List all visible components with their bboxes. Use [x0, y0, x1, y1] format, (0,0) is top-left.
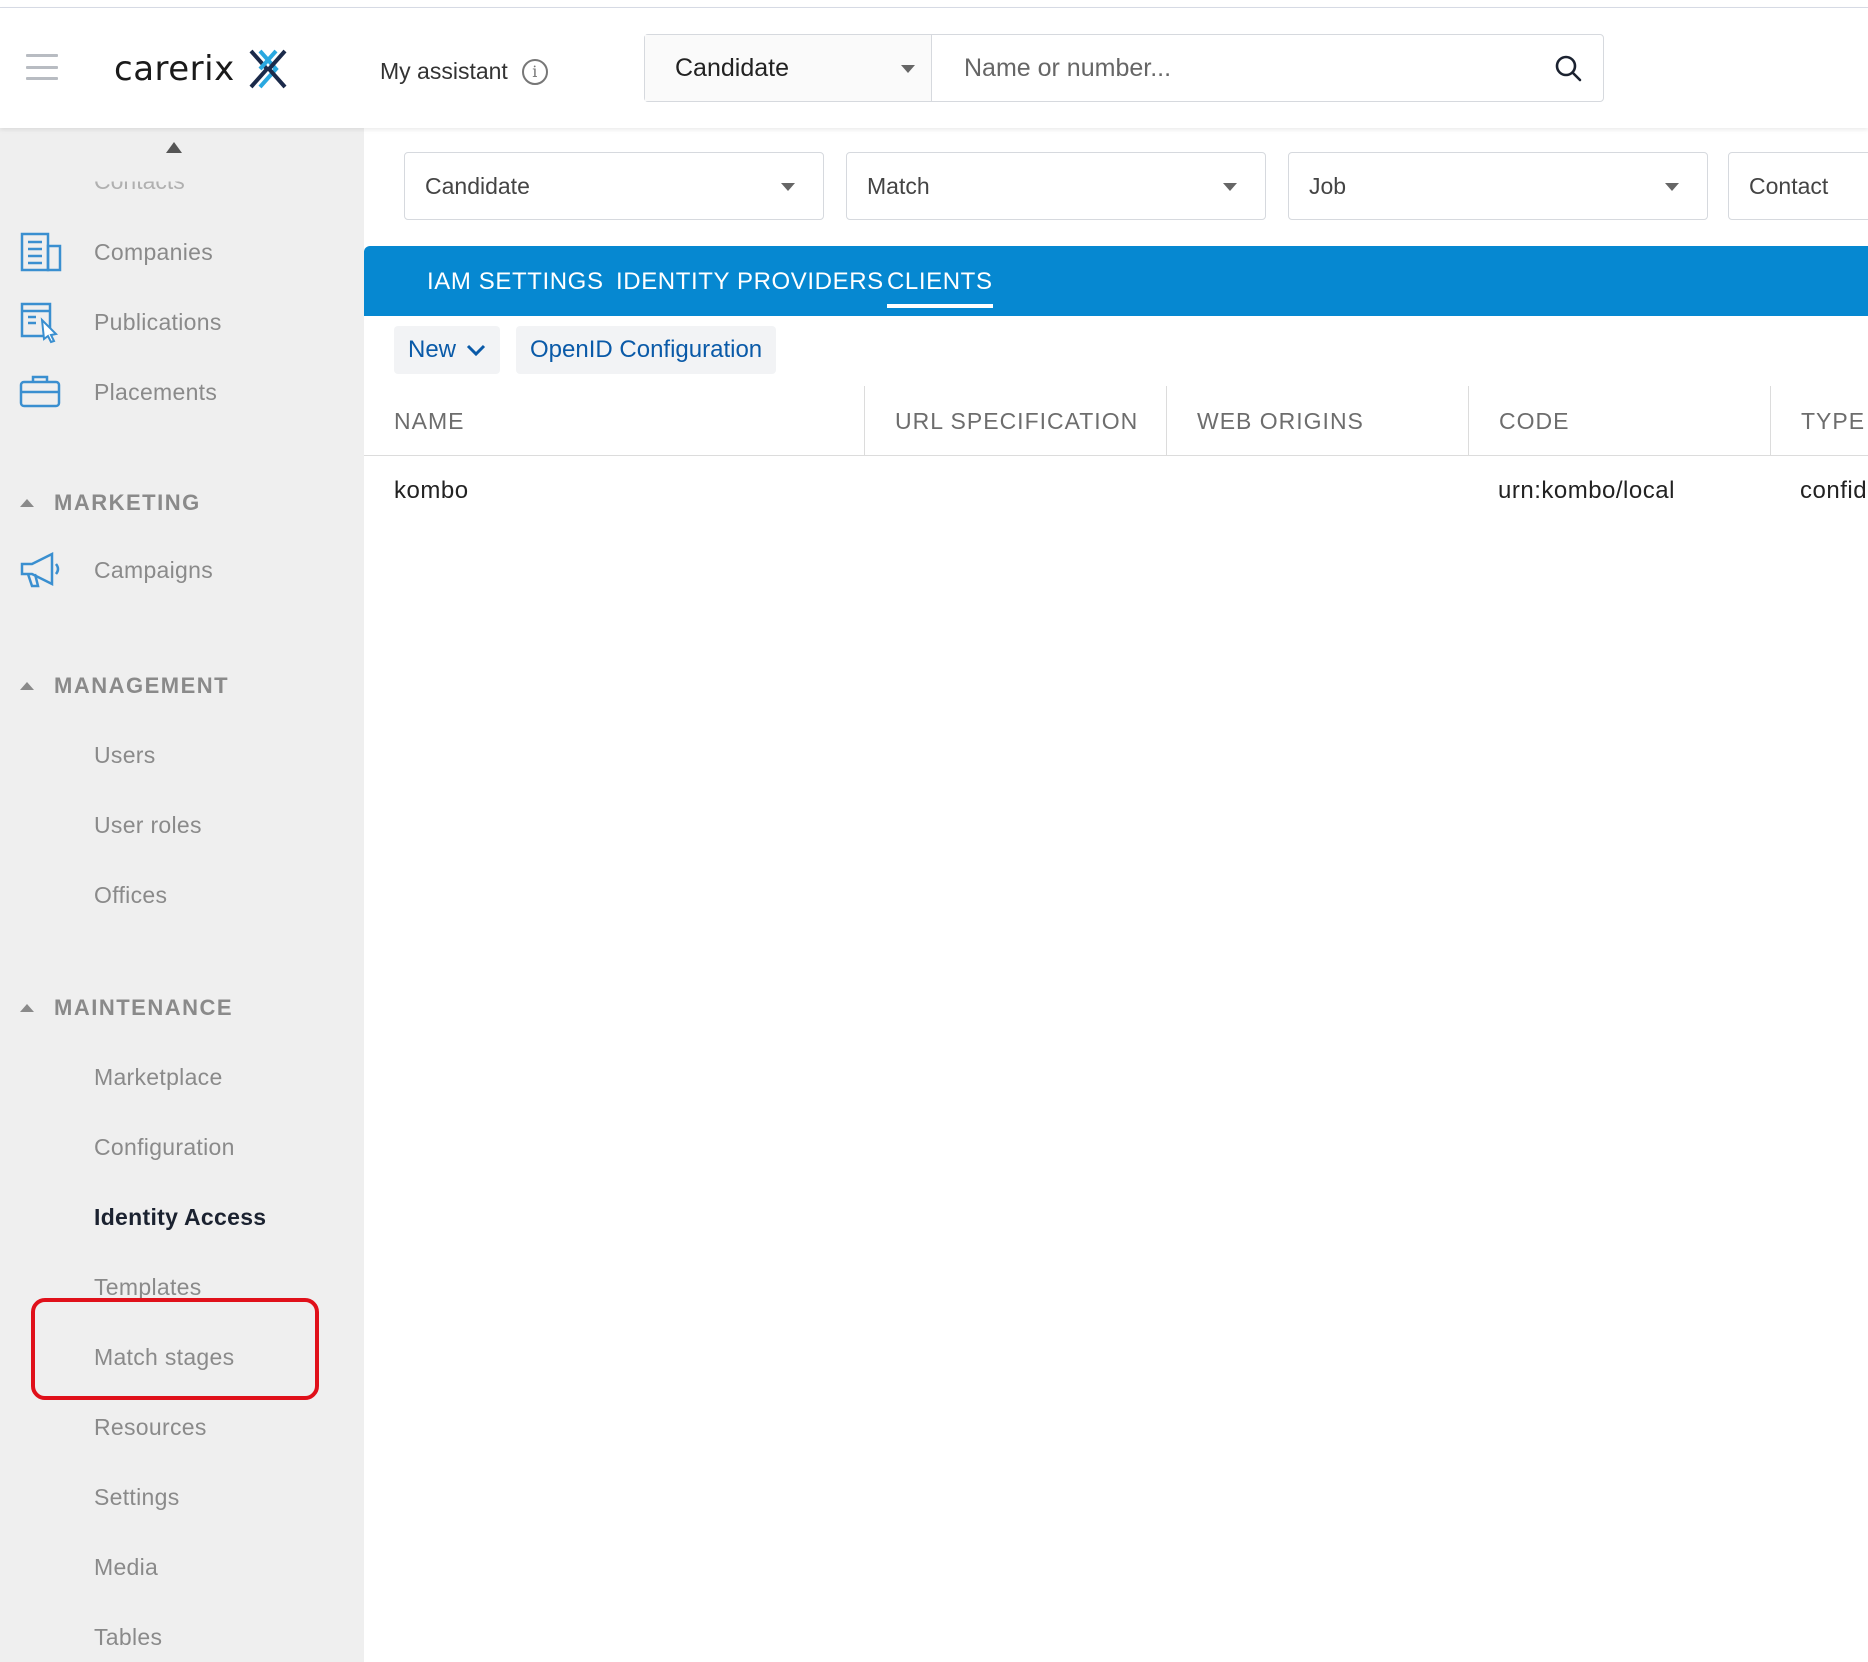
sidebar-item-templates[interactable]: Templates	[0, 1259, 364, 1315]
sidebar-item-configuration[interactable]: Configuration	[0, 1119, 364, 1175]
companies-icon	[20, 232, 62, 272]
search-input[interactable]	[932, 35, 1533, 101]
search-type-select[interactable]: Candidate	[645, 35, 932, 101]
sidebar-item-label: Offices	[94, 881, 168, 908]
top-border	[0, 0, 1868, 8]
column-header-web-origins[interactable]: WEB ORIGINS	[1166, 386, 1468, 456]
collapse-icon	[20, 682, 34, 690]
filter-job[interactable]: Job	[1288, 152, 1708, 220]
section-title: MANAGEMENT	[54, 673, 230, 698]
sidebar-item-label: Users	[94, 741, 156, 768]
sidebar-item-label: Tables	[94, 1623, 163, 1650]
sidebar-item-label: Placements	[94, 378, 218, 405]
section-marketing[interactable]: MARKETING	[20, 483, 201, 523]
chevron-down-icon	[466, 344, 486, 357]
placements-icon	[19, 375, 61, 408]
caret-down-icon	[1223, 183, 1237, 191]
entity-filters: Candidate Match Job Contact	[364, 128, 1868, 246]
collapse-icon	[20, 499, 34, 507]
filter-label: Match	[867, 172, 930, 199]
sidebar-item-label: Publications	[94, 308, 222, 335]
openid-configuration-button[interactable]: OpenID Configuration	[516, 326, 777, 374]
table-row[interactable]: kombo urn:kombo/local confidential	[364, 456, 1868, 526]
sidebar-item-identity-access[interactable]: Identity Access	[0, 1189, 364, 1245]
sidebar: Contacts Companies Publications Placemen…	[0, 128, 364, 1662]
tab-bar: IAM SETTINGS IDENTITY PROVIDERS CLIENTS	[364, 246, 1868, 316]
sidebar-item-label: Configuration	[94, 1133, 235, 1160]
sidebar-item-label: Media	[94, 1553, 159, 1580]
app-header: carerix My assistant i Candidate	[0, 8, 1868, 128]
my-assistant-button[interactable]: My assistant i	[380, 58, 548, 85]
publications-icon	[20, 302, 59, 344]
logo-text: carerix	[114, 49, 235, 89]
sidebar-item-companies[interactable]: Companies	[0, 224, 364, 280]
sidebar-item-user-roles[interactable]: User roles	[0, 797, 364, 853]
megaphone-icon	[20, 551, 60, 588]
logo-x-icon	[249, 49, 287, 89]
openid-button-label: OpenID Configuration	[530, 336, 763, 363]
sidebar-item-label: Identity Access	[94, 1203, 267, 1230]
tab-iam-settings[interactable]: IAM SETTINGS	[427, 268, 604, 308]
sidebar-item-contacts-partial[interactable]: Contacts	[94, 182, 185, 196]
carerix-logo[interactable]: carerix	[114, 43, 289, 95]
filter-label: Contact	[1749, 172, 1829, 199]
sidebar-item-tables[interactable]: Tables	[0, 1609, 364, 1662]
sidebar-item-marketplace[interactable]: Marketplace	[0, 1049, 364, 1105]
new-button[interactable]: New	[394, 326, 501, 374]
section-maintenance[interactable]: MAINTENANCE	[20, 988, 233, 1028]
global-search: Candidate	[644, 34, 1604, 102]
filter-label: Candidate	[425, 172, 530, 199]
sidebar-item-campaigns[interactable]: Campaigns	[0, 542, 364, 598]
cell-url-specification	[864, 456, 1166, 526]
sidebar-item-placements[interactable]: Placements	[0, 364, 364, 420]
cell-code: urn:kombo/local	[1498, 477, 1675, 504]
my-assistant-label: My assistant	[380, 58, 508, 84]
sidebar-item-label: Companies	[94, 238, 214, 265]
tab-clients[interactable]: CLIENTS	[887, 268, 993, 308]
sidebar-item-label: Campaigns	[94, 556, 214, 583]
caret-down-icon	[781, 183, 795, 191]
section-title: MAINTENANCE	[54, 995, 234, 1020]
table-header: NAME URL SPECIFICATION WEB ORIGINS CODE …	[364, 386, 1868, 456]
sidebar-item-settings[interactable]: Settings	[0, 1469, 364, 1525]
cell-type: confidential	[1800, 477, 1868, 504]
cell-name: kombo	[394, 477, 469, 504]
sidebar-item-label: Marketplace	[94, 1063, 223, 1090]
section-title: MARKETING	[54, 490, 201, 515]
sidebar-item-label: Templates	[94, 1273, 202, 1300]
sidebar-item-label: Settings	[94, 1483, 180, 1510]
column-header-url-specification[interactable]: URL SPECIFICATION	[864, 386, 1166, 456]
caret-down-icon	[901, 65, 915, 73]
main-content: Candidate Match Job Contact IAM SETTINGS…	[364, 128, 1868, 1662]
filter-contact[interactable]: Contact	[1728, 152, 1868, 220]
cell-web-origins	[1166, 456, 1468, 526]
info-icon[interactable]: i	[521, 58, 548, 85]
column-header-code[interactable]: CODE	[1468, 386, 1770, 456]
sidebar-item-offices[interactable]: Offices	[0, 867, 364, 923]
clients-table: NAME URL SPECIFICATION WEB ORIGINS CODE …	[364, 386, 1868, 526]
sidebar-item-label: User roles	[94, 811, 202, 838]
column-header-type[interactable]: TYPE	[1770, 386, 1868, 456]
collapse-icon	[20, 1004, 34, 1012]
menu-icon[interactable]	[26, 54, 58, 80]
tab-identity-providers[interactable]: IDENTITY PROVIDERS	[616, 268, 884, 308]
sidebar-item-resources[interactable]: Resources	[0, 1399, 364, 1455]
section-management[interactable]: MANAGEMENT	[20, 666, 229, 706]
filter-label: Job	[1309, 172, 1347, 199]
scroll-up-icon[interactable]	[166, 142, 182, 153]
sidebar-item-users[interactable]: Users	[0, 727, 364, 783]
toolbar: New OpenID Configuration	[394, 326, 792, 374]
sidebar-item-match-stages[interactable]: Match stages	[0, 1329, 364, 1385]
search-type-value: Candidate	[675, 53, 789, 82]
search-icon[interactable]	[1533, 35, 1603, 101]
caret-down-icon	[1665, 183, 1679, 191]
new-button-label: New	[408, 336, 457, 363]
filter-match[interactable]: Match	[846, 152, 1266, 220]
filter-candidate[interactable]: Candidate	[404, 152, 824, 220]
sidebar-item-label: Match stages	[94, 1343, 235, 1370]
column-header-name[interactable]: NAME	[364, 386, 864, 456]
sidebar-item-publications[interactable]: Publications	[0, 294, 364, 350]
sidebar-item-media[interactable]: Media	[0, 1539, 364, 1595]
sidebar-item-label: Resources	[94, 1413, 207, 1440]
